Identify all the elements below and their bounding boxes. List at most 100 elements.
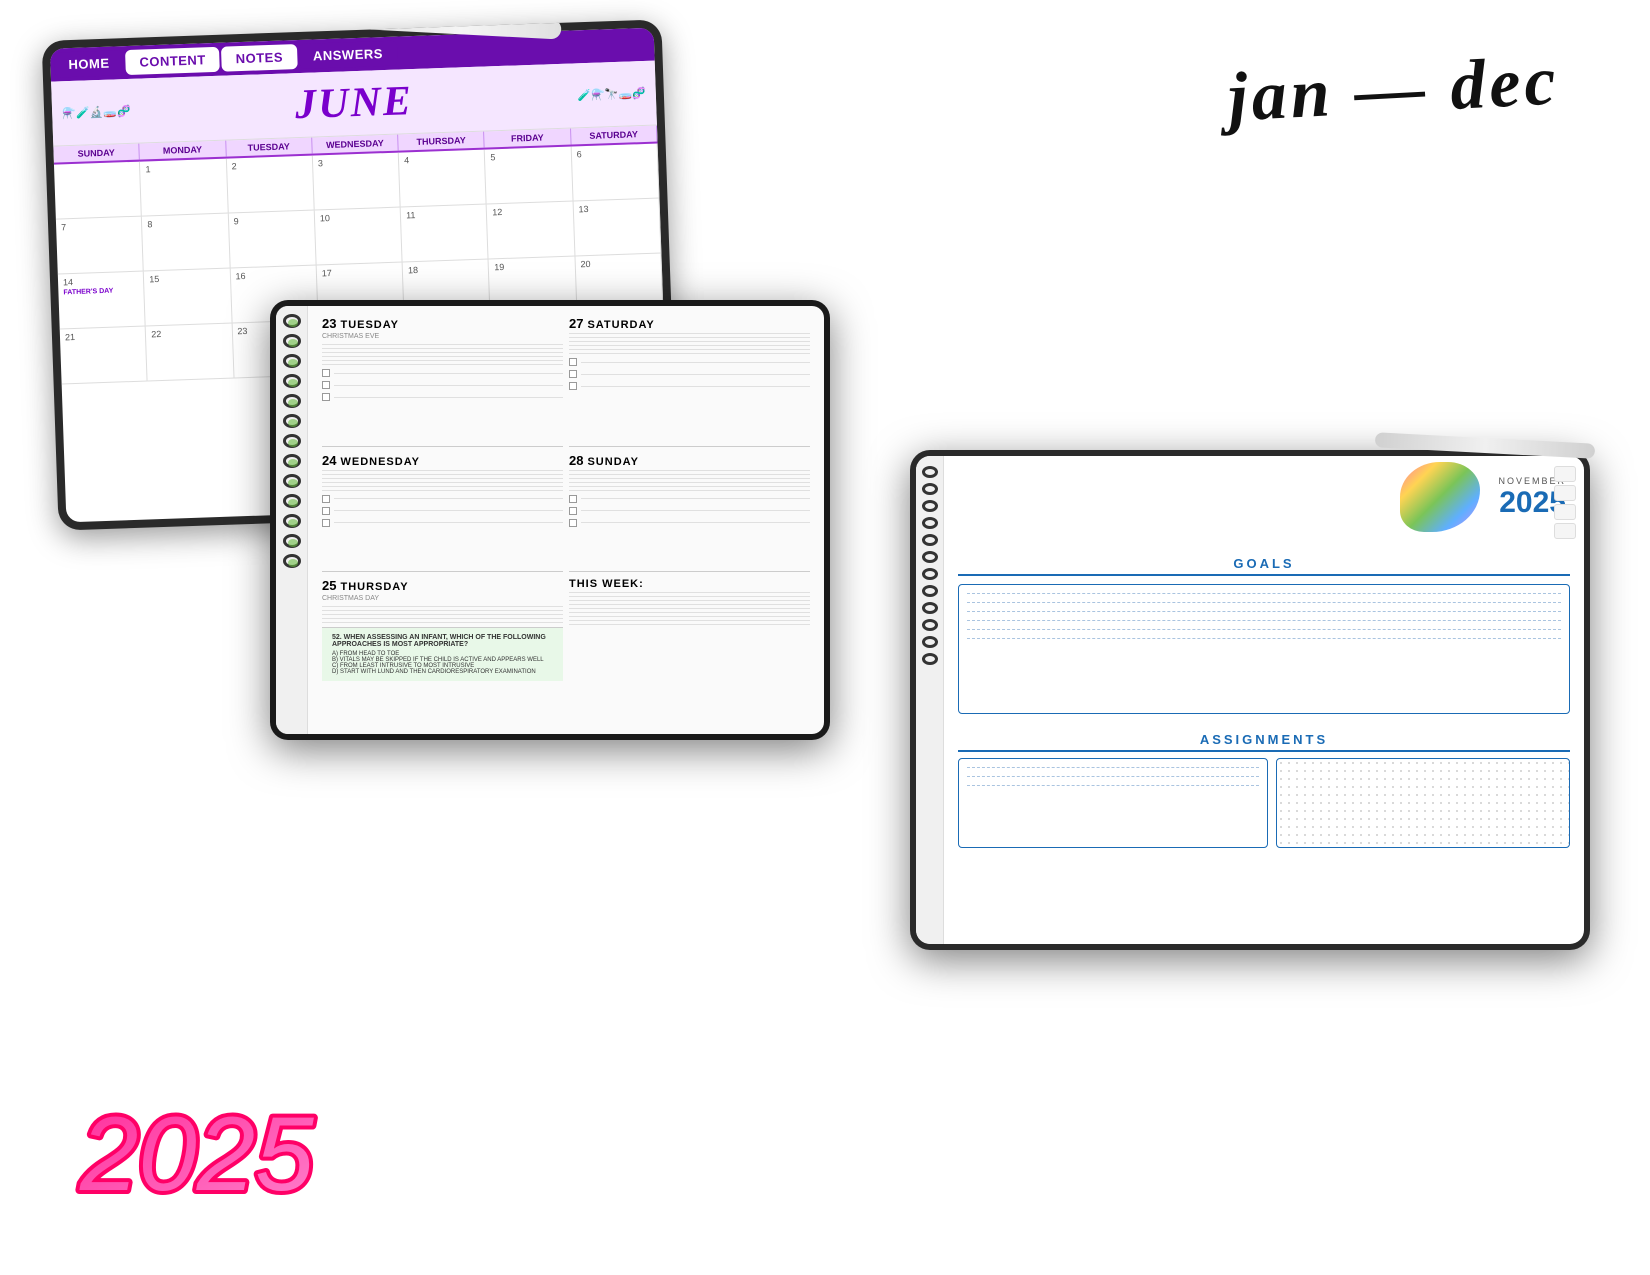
day-name-25: THURSDAY [340,581,408,593]
spiral-ring [283,554,301,568]
day-name-sun: SUNDAY [53,144,140,163]
cal-cell: 14FATHER'S DAY [58,272,146,330]
quiz-question: 52. WHEN ASSESSING AN INFANT, WHICH OF T… [332,634,553,648]
spiral-ring [283,414,301,428]
side-tab [1554,523,1576,539]
this-week-label: THIS WEEK: [569,578,644,590]
spiral-ring [283,494,301,508]
spiral-ring [283,354,301,368]
notebook-content: 23 TUESDAY CHRISTMAS EVE [308,306,824,734]
week-grid: 23 TUESDAY CHRISTMAS EVE [322,316,810,724]
planner-ring [922,500,938,512]
tab-notes[interactable]: NOTES [221,44,297,72]
day-lines-23 [322,344,563,365]
side-tabs [1554,466,1576,539]
planner-ring [922,551,938,563]
spiral-ring [283,374,301,388]
day-name-tue: TUESDAY [226,138,313,157]
year-logo-container: 2025 2025 [70,1080,330,1215]
tab-content[interactable]: CONTENT [125,47,220,75]
cal-cell: 11 [401,205,489,263]
cal-cell: 7 [56,217,144,275]
planner-ring [922,517,938,529]
tab-home[interactable]: HOME [54,50,124,77]
goals-lines [959,585,1569,647]
spiral-ring [283,334,301,348]
side-tab [1554,504,1576,520]
cal-cell: 21 [60,327,148,385]
goals-content-box [958,584,1570,714]
checkbox-area-24 [322,495,563,527]
tab-answers[interactable]: ANSWERS [299,41,398,69]
spiral-ring [283,454,301,468]
day-name-28: SUNDAY [587,456,638,468]
spiral-ring [283,474,301,488]
day-lines-27 [569,333,810,354]
spiral-ring [283,314,301,328]
this-week-lines [569,592,810,625]
cal-cell: 9 [228,211,316,269]
day-lines-24 [322,470,563,491]
planner-ring [922,466,938,478]
day-name-sat: SATURDAY [571,126,658,145]
day-name-27: SATURDAY [587,319,654,331]
day-block-24: 24 WEDNESDAY [322,453,563,573]
day-block-23: 23 TUESDAY CHRISTMAS EVE [322,316,563,447]
side-tab [1554,466,1576,482]
cal-cell: 8 [142,214,230,272]
planner-ring [922,636,938,648]
day-num-23: 23 [322,316,336,331]
day-num-27: 27 [569,316,583,331]
planner-ring [922,619,938,631]
quiz-option-d: D) START WITH LUND AND THEN CARDIORESPIR… [332,669,553,675]
planner-ring [922,585,938,597]
day-name-24: WEDNESDAY [340,456,420,468]
planner-ring [922,534,938,546]
cal-cell: 4 [399,150,487,208]
planner-main-content: NOVEMBER 2025 GOALS [944,456,1584,944]
left-decoration: ⚗️🧪🔬🧫🧬 [62,99,285,120]
checkbox-area-23 [322,369,563,401]
day-name-thu: THURSDAY [398,132,485,151]
tablet-3-screen: NOVEMBER 2025 GOALS [916,456,1584,944]
tablet-weekly: 23 TUESDAY CHRISTMAS EVE [270,300,830,740]
cal-cell: 10 [315,208,403,266]
cal-cell: 22 [146,323,234,381]
assignments-box-1 [958,758,1268,848]
day-num-24: 24 [322,453,336,468]
cal-cell: 5 [485,147,573,205]
planner-ring [922,602,938,614]
jan-dec-text: jan — dec [1227,41,1562,138]
planner-spiral-binding [916,456,944,944]
day-num-28: 28 [569,453,583,468]
month-title: JUNE [294,77,413,129]
day-block-28: 28 SUNDAY [569,453,810,573]
assignments-section: ASSIGNMENTS [958,732,1570,848]
spiral-binding [276,306,308,734]
day-block-27: 27 SATURDAY [569,316,810,447]
day-name-wed: WEDNESDAY [312,135,399,154]
cal-cell: 15 [144,269,232,327]
cal-cell: 1 [140,159,228,217]
day-lines-28 [569,470,810,491]
right-decoration: 🧪⚗️🔭🧫🧬 [423,86,646,107]
cal-cell: 12 [487,202,575,260]
day-sub-23: CHRISTMAS EVE [322,333,563,340]
assignments-content [958,758,1570,848]
spiral-ring [283,534,301,548]
day-name-fri: FRIDAY [484,129,571,148]
day-name-23: TUESDAY [340,319,399,331]
cal-cell [54,162,142,220]
goals-section: GOALS [958,556,1570,722]
checkbox-area-27 [569,358,810,390]
cal-cell: 3 [313,153,401,211]
color-blob-decoration [1400,462,1480,532]
assignments-title: ASSIGNMENTS [958,732,1570,752]
cal-cell: 2 [226,156,314,214]
tablet-monthly-planner: NOVEMBER 2025 GOALS [910,450,1590,950]
cal-cell: 13 [573,199,661,257]
day-lines-25 [322,606,563,623]
spiral-ring [283,514,301,528]
planner-header: NOVEMBER 2025 [958,466,1570,546]
goals-title: GOALS [958,556,1570,576]
